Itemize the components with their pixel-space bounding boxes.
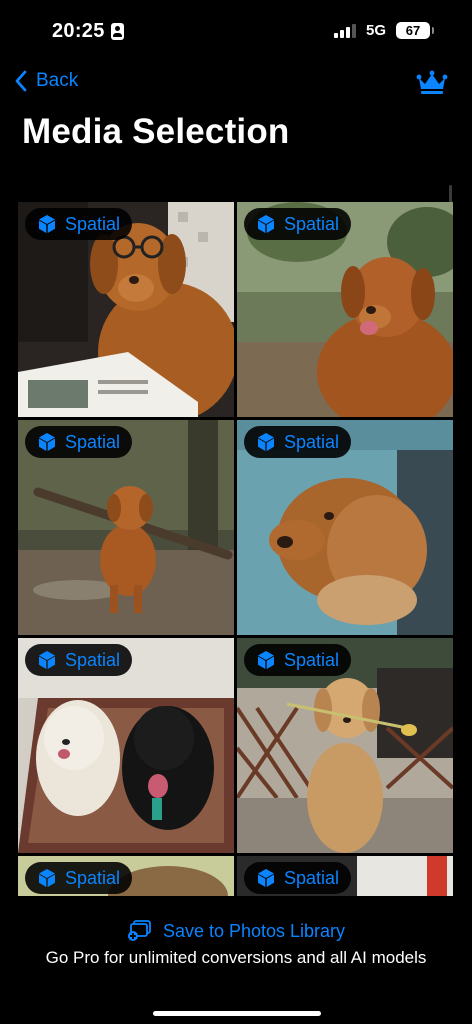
badge-label: Spatial bbox=[284, 431, 340, 452]
back-button[interactable]: Back bbox=[14, 70, 78, 92]
badge-label: Spatial bbox=[65, 867, 121, 888]
cube-icon bbox=[39, 869, 55, 887]
cube-icon bbox=[258, 433, 274, 451]
network-type: 5G bbox=[365, 22, 386, 39]
photo-stack-add-icon bbox=[127, 920, 151, 941]
status-bar: 20:25 5G 67 bbox=[0, 0, 472, 64]
media-tile[interactable]: Spatial bbox=[237, 638, 453, 853]
spatial-badge: Spatial bbox=[25, 426, 133, 458]
page-title: Media Selection bbox=[22, 112, 290, 151]
spatial-badge: Spatial bbox=[244, 426, 352, 458]
cube-icon bbox=[39, 651, 55, 669]
back-label: Back bbox=[36, 70, 79, 91]
cube-icon bbox=[39, 215, 55, 233]
status-indicators: 5G 67 bbox=[333, 22, 434, 39]
status-time-text: 20:25 bbox=[52, 20, 105, 42]
chevron-left-icon bbox=[15, 70, 27, 92]
spatial-badge: Spatial bbox=[244, 862, 352, 894]
media-tile[interactable]: Spatial bbox=[237, 420, 453, 635]
cube-icon bbox=[39, 433, 55, 451]
media-tile[interactable]: Spatial bbox=[237, 202, 453, 417]
status-time: 20:25 bbox=[52, 20, 124, 43]
crown-icon[interactable] bbox=[416, 70, 448, 101]
save-label: Save to Photos Library bbox=[162, 920, 346, 941]
spatial-badge: Spatial bbox=[25, 208, 133, 240]
spatial-badge: Spatial bbox=[244, 644, 352, 676]
navigation-bar: Back bbox=[0, 64, 472, 104]
badge-label: Spatial bbox=[284, 867, 340, 888]
battery-icon: 67 bbox=[396, 22, 434, 39]
badge-label: Spatial bbox=[65, 431, 121, 452]
media-tile[interactable]: Spatial bbox=[18, 202, 234, 417]
media-grid: Spatial Spatial Spatial Spatial Spatial … bbox=[18, 202, 454, 896]
cube-icon bbox=[258, 651, 274, 669]
spatial-badge: Spatial bbox=[244, 208, 352, 240]
footer: Save to Photos Library Go Pro for unlimi… bbox=[0, 896, 472, 1024]
cube-icon bbox=[258, 869, 274, 887]
badge-label: Spatial bbox=[65, 649, 121, 670]
cellular-signal-icon bbox=[333, 23, 356, 38]
cube-icon bbox=[258, 215, 274, 233]
go-pro-link[interactable]: Go Pro for unlimited conversions and all… bbox=[0, 948, 472, 968]
media-tile[interactable]: Spatial bbox=[18, 420, 234, 635]
badge-label: Spatial bbox=[65, 213, 121, 234]
media-tile[interactable]: Spatial bbox=[18, 856, 234, 896]
badge-label: Spatial bbox=[284, 213, 340, 234]
focus-person-icon bbox=[110, 23, 124, 40]
spatial-badge: Spatial bbox=[25, 644, 133, 676]
media-tile[interactable]: Spatial bbox=[237, 856, 453, 896]
home-indicator[interactable] bbox=[153, 1011, 321, 1016]
spatial-badge: Spatial bbox=[25, 862, 133, 894]
media-tile[interactable]: Spatial bbox=[18, 638, 234, 853]
save-to-photos-button[interactable]: Save to Photos Library bbox=[0, 920, 472, 942]
badge-label: Spatial bbox=[284, 649, 340, 670]
